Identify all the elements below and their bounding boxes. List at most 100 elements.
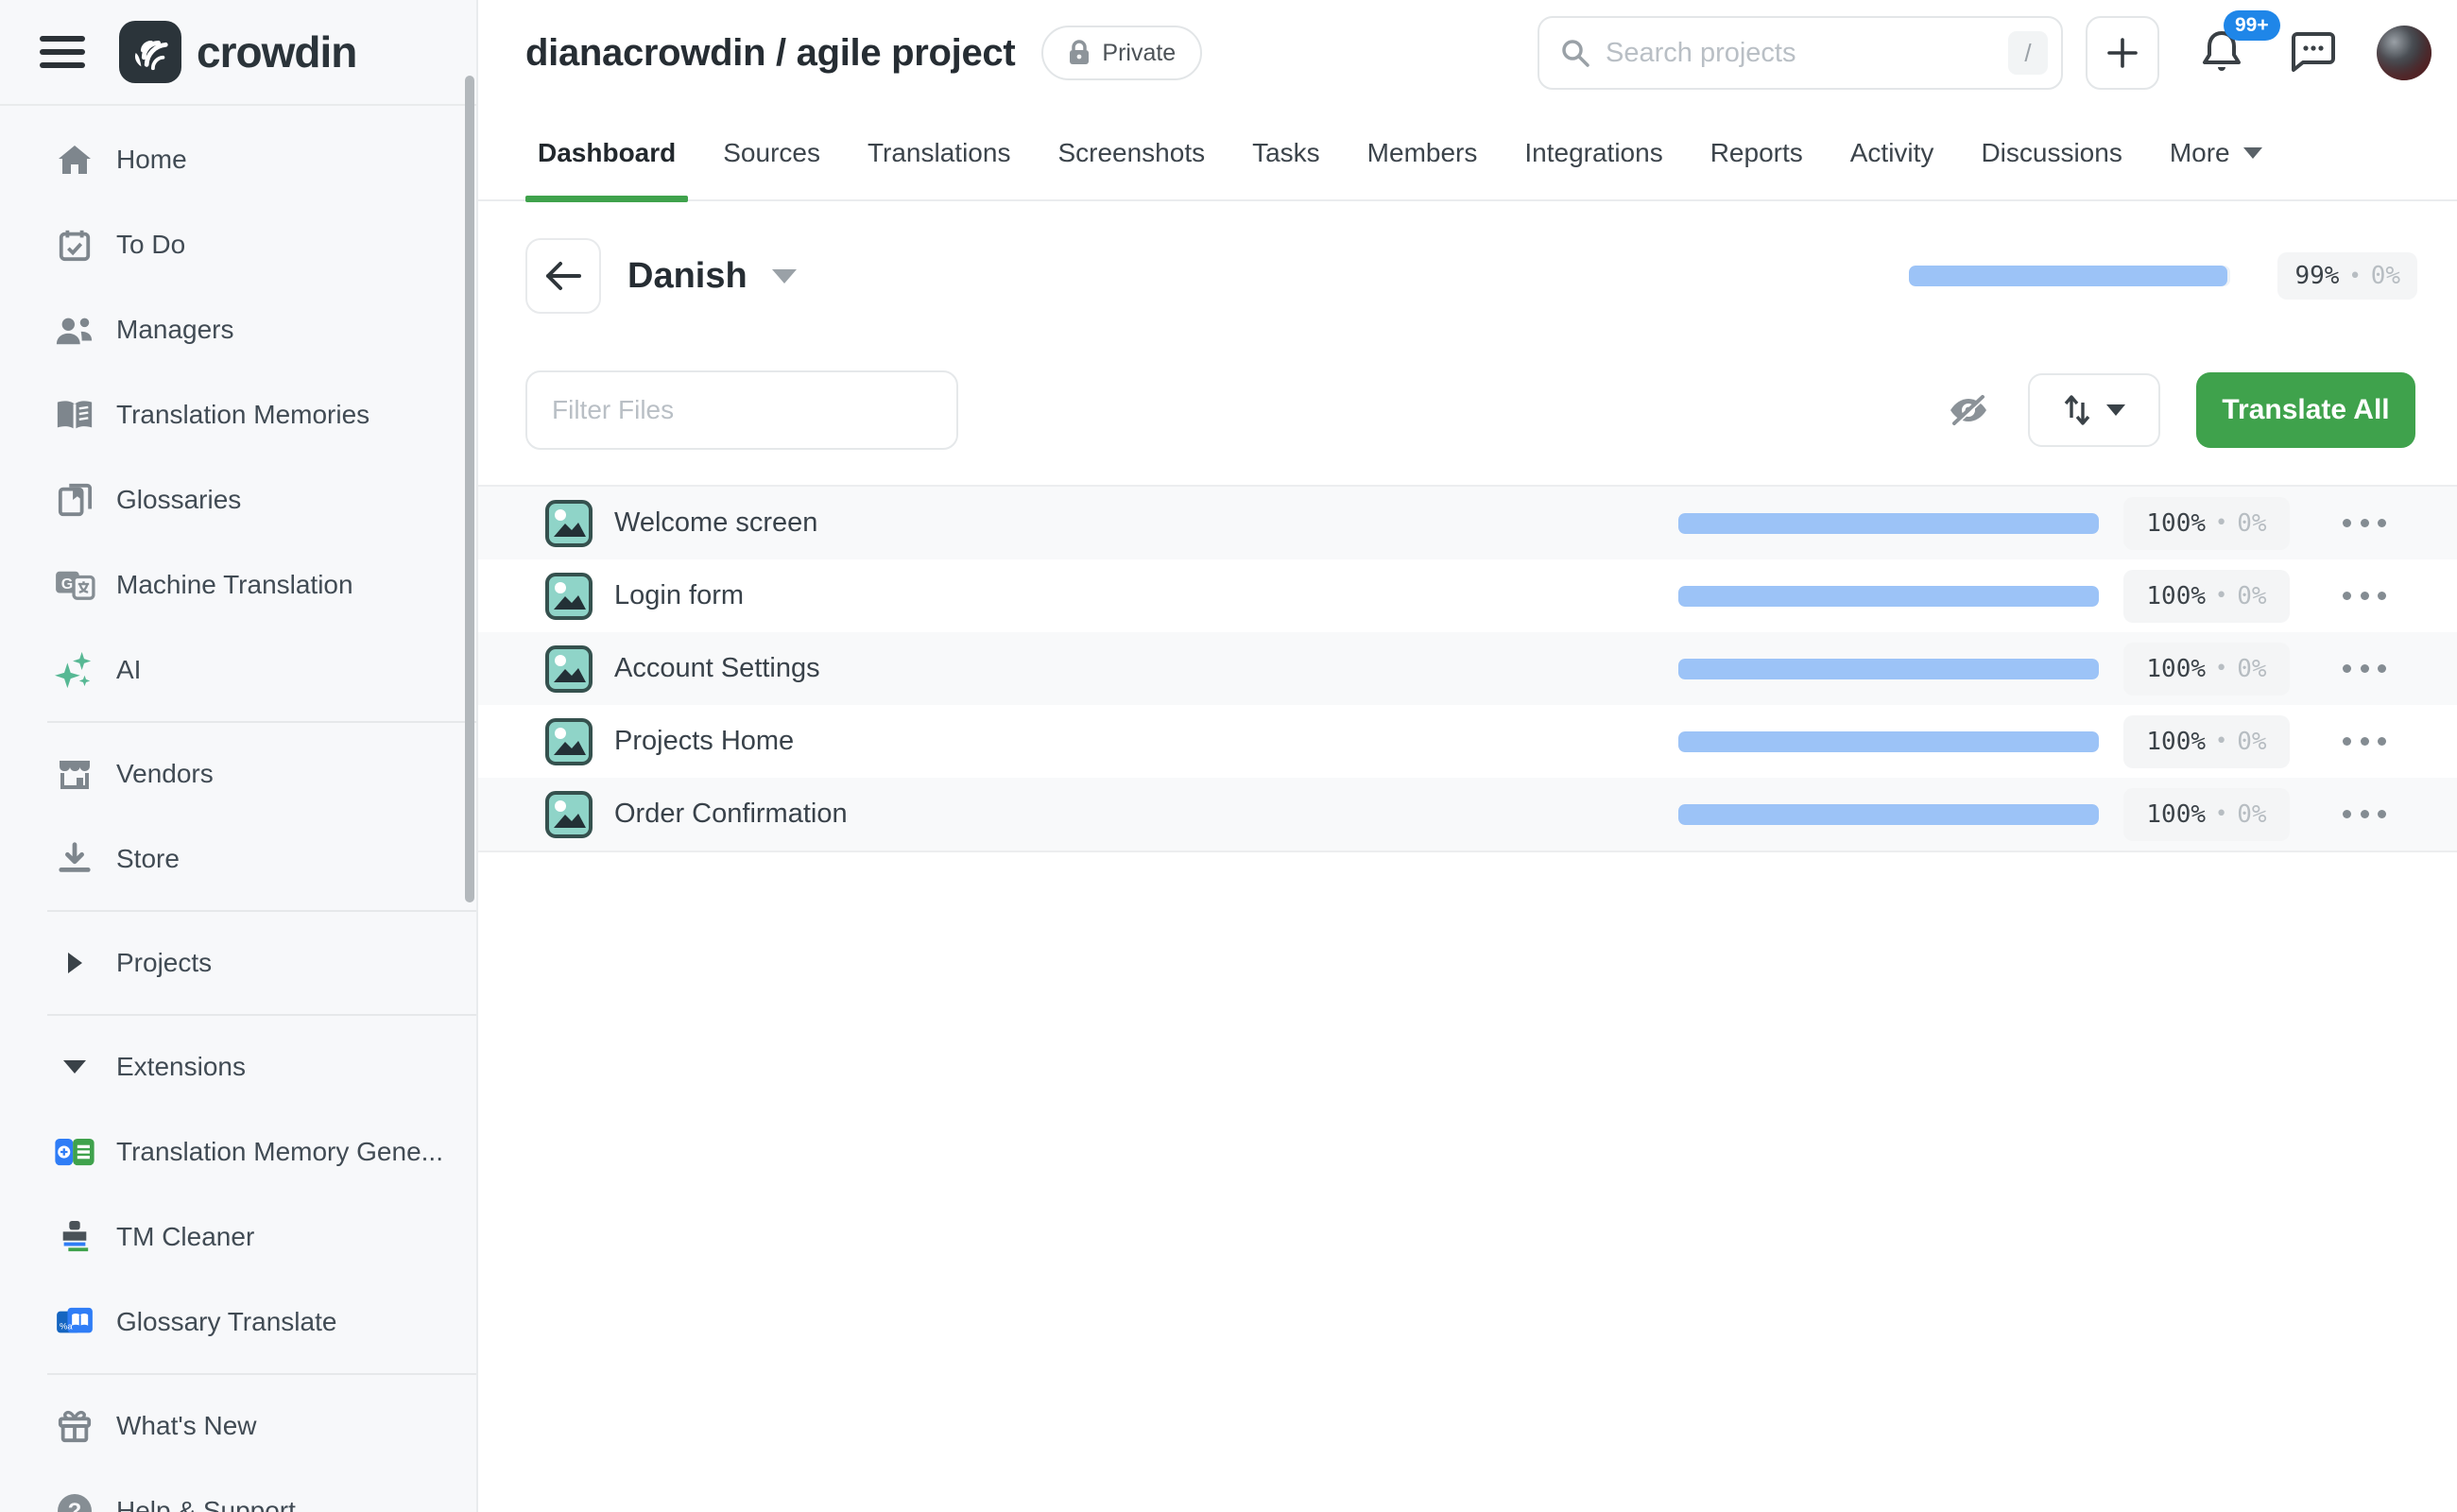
- sidebar-item-label: Glossaries: [116, 485, 241, 515]
- language-name: Danish: [627, 256, 747, 297]
- screenshot-file-icon: [544, 499, 593, 548]
- crowdin-logo[interactable]: crowdin: [119, 21, 356, 83]
- tab-dashboard[interactable]: Dashboard: [525, 105, 688, 200]
- sidebar-item-home[interactable]: Home: [0, 117, 476, 202]
- sidebar-item-label: Managers: [116, 315, 234, 345]
- messages-button[interactable]: [2290, 28, 2337, 78]
- sidebar-item-ai[interactable]: AI: [0, 627, 476, 713]
- row-menu-button[interactable]: [2343, 519, 2386, 527]
- row-menu-button[interactable]: [2343, 592, 2386, 600]
- sidebar-item-translation-memories[interactable]: Translation Memories: [0, 372, 476, 457]
- tab-reports[interactable]: Reports: [1698, 105, 1815, 200]
- screenshot-file-icon: [544, 717, 593, 766]
- file-percentages: 100% • 0%: [2123, 570, 2290, 623]
- file-name: Login form: [614, 580, 744, 611]
- search-box[interactable]: /: [1538, 16, 2063, 90]
- tab-more-label: More: [2170, 138, 2230, 168]
- sidebar-item-tm-cleaner[interactable]: TM Cleaner: [0, 1194, 476, 1280]
- file-row-account-settings[interactable]: Account Settings 100% • 0%: [478, 632, 2457, 705]
- search-icon: [1560, 38, 1590, 68]
- eye-off-icon: [1947, 391, 1990, 429]
- translate-all-button[interactable]: Translate All: [2196, 372, 2415, 448]
- row-menu-button[interactable]: [2343, 737, 2386, 746]
- tab-sources[interactable]: Sources: [711, 105, 833, 200]
- translated-percent: 100%: [2146, 509, 2206, 538]
- file-name: Projects Home: [614, 726, 794, 757]
- user-avatar[interactable]: [2377, 26, 2431, 80]
- tab-translations[interactable]: Translations: [855, 105, 1022, 200]
- sidebar-item-whats-new[interactable]: What's New: [0, 1383, 476, 1469]
- file-row-login-form[interactable]: Login form 100% • 0%: [478, 559, 2457, 632]
- create-project-button[interactable]: [2086, 16, 2159, 90]
- chevron-down-icon: [2106, 404, 2125, 416]
- sidebar-item-store[interactable]: Store: [0, 816, 476, 902]
- language-header: Danish 99% • 0%: [478, 238, 2457, 314]
- approved-percent: 0%: [2237, 509, 2266, 538]
- sidebar-item-todo[interactable]: To Do: [0, 202, 476, 287]
- file-name: Welcome screen: [614, 507, 817, 539]
- help-question-icon: ?: [54, 1492, 95, 1512]
- project-breadcrumb[interactable]: dianacrowdin / agile project: [525, 32, 1015, 75]
- row-menu-button[interactable]: [2343, 810, 2386, 818]
- approved-percent: 0%: [2237, 655, 2266, 683]
- filter-files-input[interactable]: [525, 370, 958, 450]
- sidebar-item-vendors[interactable]: Vendors: [0, 731, 476, 816]
- sidebar-item-label: Store: [116, 844, 180, 874]
- language-progress-fill: [1909, 266, 2227, 286]
- sidebar-item-glossaries[interactable]: Glossaries: [0, 457, 476, 542]
- file-percentages: 100% • 0%: [2123, 715, 2290, 768]
- sidebar-nav: Home To Do Managers Translation Memories…: [0, 106, 476, 1512]
- tab-integrations[interactable]: Integrations: [1512, 105, 1675, 200]
- sidebar-scrollbar[interactable]: [465, 76, 474, 902]
- sidebar-header: crowdin: [0, 0, 476, 106]
- file-list: Welcome screen 100% • 0% Login form 100%…: [478, 485, 2457, 852]
- sidebar-item-glossary-translate[interactable]: %a Glossary Translate: [0, 1280, 476, 1365]
- sidebar-item-help-support[interactable]: ? Help & Support: [0, 1469, 476, 1512]
- hamburger-menu-icon[interactable]: [40, 33, 85, 71]
- arrow-left-icon: [543, 260, 583, 292]
- sidebar-item-tm-generator[interactable]: Translation Memory Gene...: [0, 1109, 476, 1194]
- tab-activity[interactable]: Activity: [1838, 105, 1947, 200]
- search-input[interactable]: [1606, 38, 2008, 69]
- back-button[interactable]: [525, 238, 601, 314]
- sidebar-item-managers[interactable]: Managers: [0, 287, 476, 372]
- toolbar-actions: Translate All: [1947, 372, 2415, 448]
- file-row-welcome-screen[interactable]: Welcome screen 100% • 0%: [478, 487, 2457, 559]
- sidebar-divider: [47, 910, 476, 912]
- language-switch-caret-icon[interactable]: [772, 269, 797, 284]
- hide-completed-button[interactable]: [1947, 391, 1990, 429]
- translated-percent: 99%: [2294, 262, 2339, 290]
- sort-arrows-icon: [2063, 393, 2091, 427]
- tm-cleaner-brush-icon: [54, 1219, 95, 1255]
- crowdin-logo-icon: [119, 21, 181, 83]
- crowdin-logo-text: crowdin: [197, 26, 356, 77]
- tm-generator-icon: [54, 1138, 95, 1166]
- machine-translation-icon: G: [54, 568, 95, 602]
- private-badge-label: Private: [1102, 40, 1176, 67]
- language-progress: 99% • 0%: [1909, 252, 2417, 300]
- tab-screenshots[interactable]: Screenshots: [1045, 105, 1217, 200]
- file-row-projects-home[interactable]: Projects Home 100% • 0%: [478, 705, 2457, 778]
- file-row-order-confirmation[interactable]: Order Confirmation 100% • 0%: [478, 778, 2457, 850]
- screenshot-file-icon: [544, 572, 593, 621]
- notifications-button[interactable]: 99+: [2199, 27, 2244, 79]
- svg-text:G: G: [61, 576, 74, 593]
- sidebar-item-machine-translation[interactable]: G Machine Translation: [0, 542, 476, 627]
- tab-tasks[interactable]: Tasks: [1240, 105, 1332, 200]
- approved-percent: 0%: [2371, 262, 2400, 290]
- sidebar-item-extensions[interactable]: Extensions: [0, 1024, 476, 1109]
- chat-icon: [2290, 28, 2337, 74]
- tab-more[interactable]: More: [2157, 105, 2275, 200]
- row-menu-button[interactable]: [2343, 664, 2386, 673]
- file-progress-track: [1678, 513, 2099, 534]
- tab-discussions[interactable]: Discussions: [1968, 105, 2134, 200]
- home-icon: [54, 141, 95, 179]
- project-header: dianacrowdin / agile project Private / 9…: [478, 0, 2457, 106]
- approved-percent: 0%: [2237, 800, 2266, 829]
- tab-members[interactable]: Members: [1355, 105, 1490, 200]
- sort-button[interactable]: [2028, 373, 2160, 447]
- file-percentages: 100% • 0%: [2123, 497, 2290, 550]
- sidebar-item-projects[interactable]: Projects: [0, 920, 476, 1005]
- sidebar-divider: [47, 1014, 476, 1016]
- approved-percent: 0%: [2237, 728, 2266, 756]
